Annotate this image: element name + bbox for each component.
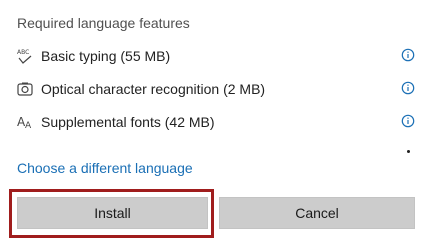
fonts-icon: A A xyxy=(15,112,35,132)
svg-text:A: A xyxy=(25,121,32,131)
svg-text:ABC: ABC xyxy=(17,49,29,56)
abc-typing-icon: ABC xyxy=(15,46,35,66)
feature-label: Supplemental fonts (42 MB) xyxy=(41,114,215,130)
feature-label: Optical character recognition (2 MB) xyxy=(41,81,266,97)
cancel-button[interactable]: Cancel xyxy=(219,197,415,229)
choose-language-link[interactable]: Choose a different language xyxy=(17,160,193,176)
install-button[interactable]: Install xyxy=(17,197,208,229)
info-icon[interactable] xyxy=(401,114,415,128)
cursor-dot xyxy=(407,150,410,153)
info-icon[interactable] xyxy=(401,48,415,62)
feature-row-fonts: A A Supplemental fonts (42 MB) xyxy=(15,111,415,133)
info-icon[interactable] xyxy=(401,81,415,95)
ocr-camera-icon xyxy=(15,79,35,99)
section-title: Required language features xyxy=(17,15,190,31)
feature-row-basic-typing: ABC Basic typing (55 MB) xyxy=(15,45,415,67)
feature-label: Basic typing (55 MB) xyxy=(41,48,171,64)
feature-row-ocr: Optical character recognition (2 MB) xyxy=(15,78,415,100)
